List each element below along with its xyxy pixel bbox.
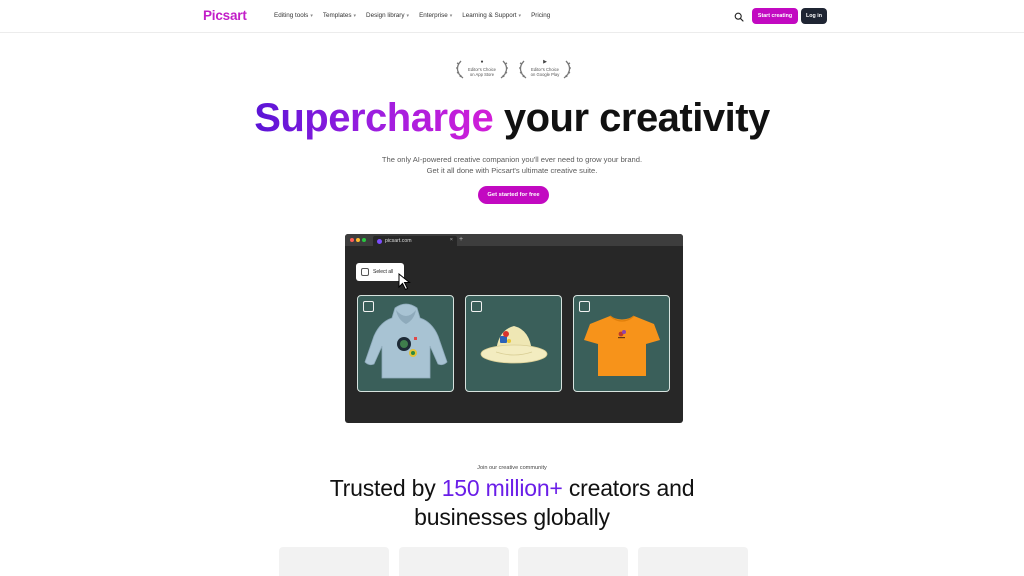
start-creating-button[interactable]: Start creating	[752, 8, 798, 24]
chevron-down-icon: ▾	[518, 12, 522, 19]
chevron-down-icon: ▾	[449, 12, 453, 19]
picsart-logo[interactable]: Picsart	[203, 8, 247, 23]
login-button[interactable]: Log in	[801, 8, 827, 24]
minimize-dot	[356, 238, 360, 242]
chevron-down-icon: ▾	[406, 12, 410, 19]
product-card-bucket-hat	[465, 295, 562, 392]
award-google-play: ▶ Editor's Choice on Google Play	[518, 58, 572, 80]
browser-tab-bar: picsart.com × +	[345, 234, 683, 246]
hero-title: Supercharge your creativity	[0, 96, 1024, 141]
nav-design-library[interactable]: Design library ▾	[366, 12, 409, 19]
select-all-checkbox	[361, 268, 369, 276]
maximize-dot	[362, 238, 366, 242]
nav-pricing[interactable]: Pricing	[531, 12, 550, 19]
nav-label: Enterprise	[419, 12, 448, 19]
select-all-control: Select all	[356, 263, 404, 281]
nav-editing-tools[interactable]: Editing tools ▾	[274, 12, 313, 19]
hero-title-rest: your creativity	[493, 96, 770, 140]
community-tile	[279, 547, 389, 576]
apple-icon: ●	[480, 59, 484, 65]
card-checkbox	[363, 301, 374, 312]
hero-title-highlight: Supercharge	[254, 96, 494, 140]
heading-text: businesses globally	[414, 504, 610, 530]
community-heading: Trusted by 150 million+ creators and bus…	[290, 474, 734, 532]
top-navbar: Picsart Editing tools ▾ Templates ▾ Design…	[0, 0, 1024, 33]
chevron-down-icon: ▾	[353, 12, 357, 19]
search-button[interactable]	[730, 8, 747, 25]
card-checkbox	[471, 301, 482, 312]
community-tile	[518, 547, 628, 576]
new-tab-icon: +	[459, 236, 464, 243]
product-card-t-shirt	[573, 295, 670, 392]
community-kicker: Join our creative community	[477, 465, 547, 471]
browser-tab: picsart.com ×	[373, 236, 457, 246]
close-dot	[350, 238, 354, 242]
search-icon	[734, 12, 744, 22]
get-started-button[interactable]: Get started for free	[478, 186, 549, 204]
nav-label: Learning & Support	[462, 12, 517, 19]
nav-learning-support[interactable]: Learning & Support ▾	[462, 12, 521, 19]
heading-text: Trusted by	[329, 475, 442, 501]
hero-subtitle: The only AI-powered creative companion y…	[381, 155, 643, 175]
nav-label: Templates	[322, 12, 352, 19]
close-icon: ×	[449, 237, 453, 243]
main-nav: Editing tools ▾ Templates ▾ Design library…	[274, 12, 550, 19]
community-tile	[638, 547, 748, 576]
tab-label: picsart.com	[385, 238, 412, 244]
product-card-hoodie	[357, 295, 454, 392]
chevron-down-icon: ▾	[310, 12, 313, 19]
browser-mockup: picsart.com × + Select all	[345, 234, 683, 423]
picsart-favicon-icon	[377, 238, 382, 244]
nav-label: Design library	[366, 12, 405, 19]
nav-label: Pricing	[531, 12, 551, 19]
heading-text: creators and	[562, 475, 695, 501]
cursor-arrow-icon	[398, 273, 411, 291]
card-checkbox	[579, 301, 590, 312]
award-app-store: ● Editor's Choice on App Store	[455, 58, 509, 80]
select-all-label: Select all	[373, 269, 394, 275]
heading-highlight: 150 million+	[441, 475, 563, 501]
nav-enterprise[interactable]: Enterprise ▾	[419, 12, 452, 19]
play-icon: ▶	[543, 59, 547, 65]
nav-templates[interactable]: Templates ▾	[323, 12, 356, 19]
nav-label: Editing tools	[274, 12, 309, 19]
community-tile	[399, 547, 509, 576]
